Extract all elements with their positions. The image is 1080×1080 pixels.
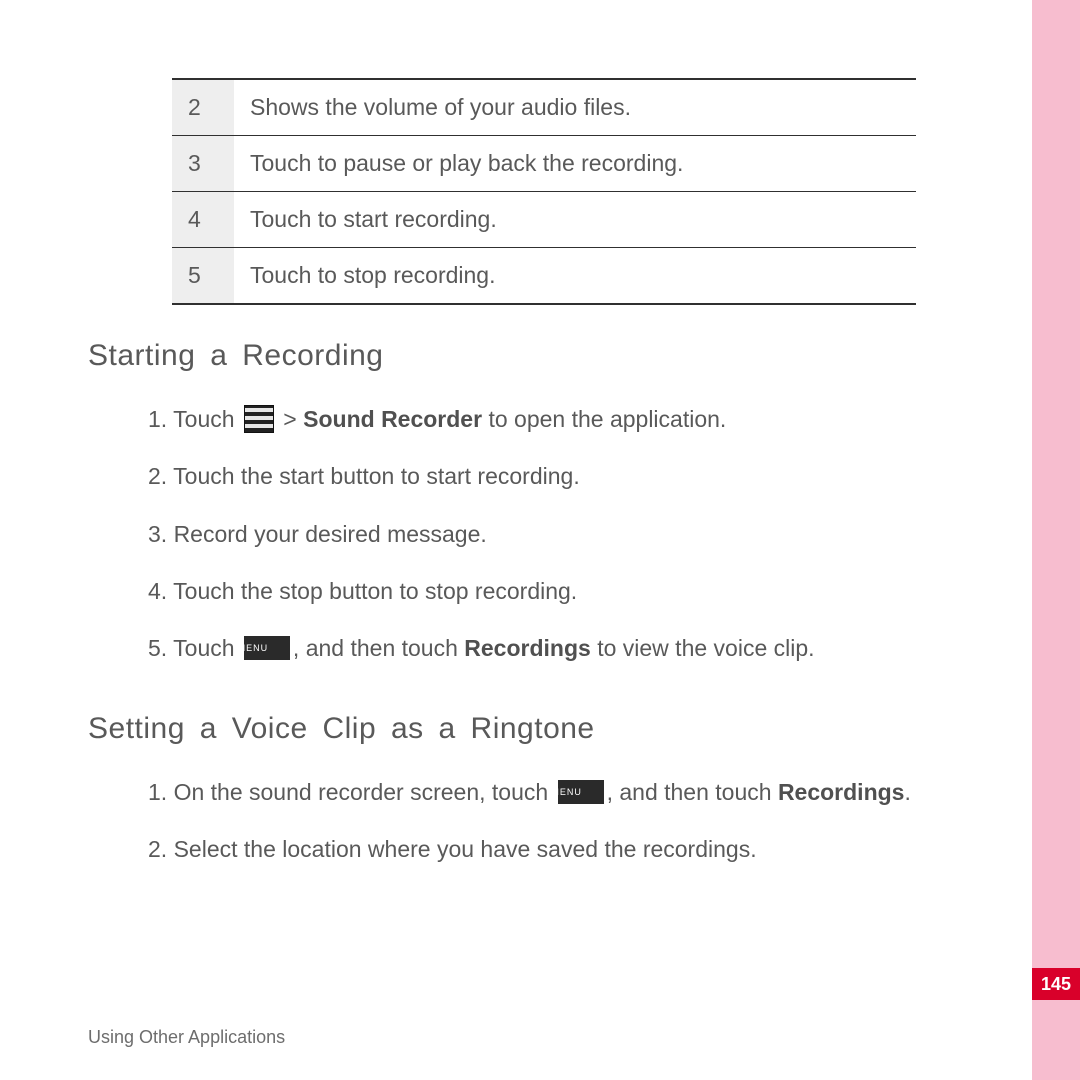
list-item: 1. Touch > Sound Recorder to open the ap…	[176, 391, 1002, 448]
list-item: 4. Touch the stop button to stop recordi…	[176, 563, 1002, 620]
apps-grid-icon	[244, 405, 274, 433]
step-bold: Recordings	[464, 635, 591, 661]
table-cell-num: 2	[172, 79, 234, 136]
table-cell-text: Touch to pause or play back the recordin…	[234, 136, 916, 192]
step-bold: Recordings	[778, 779, 905, 805]
table-row: 5 Touch to stop recording.	[172, 248, 916, 305]
step-text: , and then touch	[607, 779, 778, 805]
table-cell-num: 5	[172, 248, 234, 305]
table-row: 2 Shows the volume of your audio files.	[172, 79, 916, 136]
section-heading: Setting a Voice Clip as a Ringtone	[88, 712, 1002, 746]
page-content: 2 Shows the volume of your audio files. …	[88, 0, 1002, 878]
list-item: 3. Record your desired message.	[176, 506, 1002, 563]
step-bold: Sound Recorder	[303, 406, 482, 432]
page-number-badge: 145	[1032, 968, 1080, 1000]
step-text: >	[277, 406, 303, 432]
menu-icon: MENU	[244, 636, 290, 660]
steps-list-ringtone: 1. On the sound recorder screen, touch M…	[148, 764, 1002, 879]
step-text: 5. Touch	[148, 635, 241, 661]
table-row: 4 Touch to start recording.	[172, 192, 916, 248]
step-text: , and then touch	[293, 635, 464, 661]
step-text: to open the application.	[482, 406, 726, 432]
steps-list-starting: 1. Touch > Sound Recorder to open the ap…	[148, 391, 1002, 678]
table-row: 3 Touch to pause or play back the record…	[172, 136, 916, 192]
list-item: 2. Select the location where you have sa…	[176, 821, 1002, 878]
table-cell-text: Touch to stop recording.	[234, 248, 916, 305]
step-text: to view the voice clip.	[591, 635, 815, 661]
step-text: 1. Touch	[148, 406, 241, 432]
list-item: 2. Touch the start button to start recor…	[176, 448, 1002, 505]
list-item: 1. On the sound recorder screen, touch M…	[176, 764, 1002, 821]
step-text: 1. On the sound recorder screen, touch	[148, 779, 555, 805]
table-cell-num: 3	[172, 136, 234, 192]
table-cell-text: Shows the volume of your audio files.	[234, 79, 916, 136]
step-text: .	[904, 779, 910, 805]
menu-icon: MENU	[558, 780, 604, 804]
footer-text: Using Other Applications	[88, 1027, 285, 1048]
list-item: 5. Touch MENU, and then touch Recordings…	[176, 620, 1002, 677]
controls-table: 2 Shows the volume of your audio files. …	[172, 78, 916, 305]
table-cell-text: Touch to start recording.	[234, 192, 916, 248]
section-heading: Starting a Recording	[88, 339, 1002, 373]
right-color-strip	[1032, 0, 1080, 1080]
table-cell-num: 4	[172, 192, 234, 248]
